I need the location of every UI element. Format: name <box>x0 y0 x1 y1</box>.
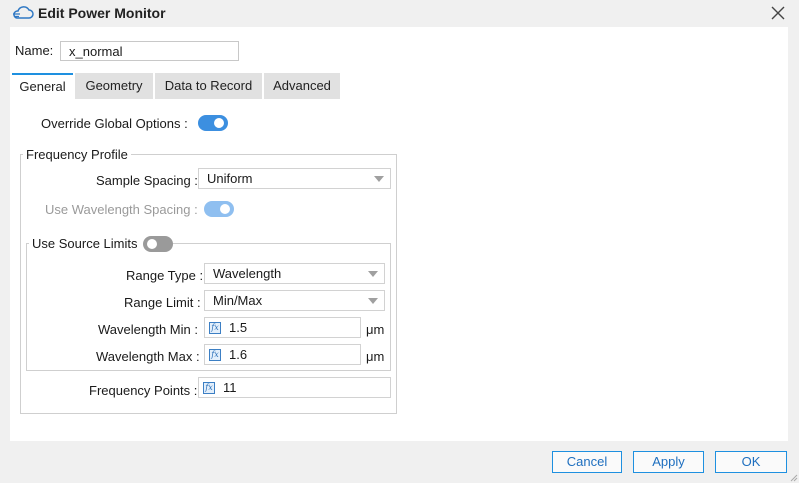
frequency-points-label: Frequency Points : <box>89 383 198 398</box>
override-global-options-toggle[interactable] <box>198 115 228 131</box>
function-icon[interactable]: fx <box>209 322 221 334</box>
name-label: Name: <box>15 43 54 58</box>
function-icon[interactable]: fx <box>203 382 215 394</box>
toggle-knob <box>214 118 224 128</box>
range-type-label: Range Type : <box>126 268 204 283</box>
wavelength-max-unit: μm <box>366 349 385 364</box>
frequency-profile-legend: Frequency Profile <box>23 147 131 162</box>
override-global-options-label: Override Global Options : <box>41 116 188 131</box>
wavelength-min-value: 1.5 <box>229 320 248 335</box>
sample-spacing-value: Uniform <box>207 171 253 186</box>
chevron-down-icon <box>368 298 378 304</box>
apply-button[interactable]: Apply <box>633 451 704 473</box>
tab-geometry[interactable]: Geometry <box>75 73 153 99</box>
use-wavelength-spacing-toggle <box>204 201 234 217</box>
use-source-limits-toggle[interactable] <box>143 236 173 252</box>
frequency-points-value: 11 <box>223 380 237 395</box>
wavelength-min-input[interactable]: fx 1.5 <box>204 317 361 338</box>
ok-button[interactable]: OK <box>715 451 787 473</box>
range-type-value: Wavelength <box>213 266 282 281</box>
frequency-points-input[interactable]: fx 11 <box>198 377 391 398</box>
resize-grip-icon[interactable] <box>788 472 798 482</box>
wavelength-min-unit: μm <box>366 322 385 337</box>
tab-advanced[interactable]: Advanced <box>264 73 340 99</box>
toggle-knob <box>220 204 230 214</box>
chevron-down-icon <box>374 176 384 182</box>
range-limit-value: Min/Max <box>213 293 263 308</box>
range-limit-select[interactable]: Min/Max <box>204 290 385 311</box>
use-wavelength-spacing-label: Use Wavelength Spacing : <box>45 202 198 217</box>
wavelength-min-label: Wavelength Min : <box>98 322 198 337</box>
title-bar: Edit Power Monitor <box>0 0 799 27</box>
range-type-select[interactable]: Wavelength <box>204 263 385 284</box>
toggle-knob <box>147 239 157 249</box>
window-title: Edit Power Monitor <box>38 5 166 21</box>
close-icon[interactable] <box>766 2 790 24</box>
tab-data-to-record[interactable]: Data to Record <box>155 73 262 99</box>
wavelength-max-label: Wavelength Max : <box>96 349 200 364</box>
wavelength-max-value: 1.6 <box>229 347 248 362</box>
sample-spacing-select[interactable]: Uniform <box>198 168 391 189</box>
function-icon[interactable]: fx <box>209 349 221 361</box>
wavelength-max-input[interactable]: fx 1.6 <box>204 344 361 365</box>
range-limit-label: Range Limit : <box>124 295 201 310</box>
cloud-icon <box>13 6 34 19</box>
tab-general[interactable]: General <box>12 73 73 99</box>
name-input[interactable]: x_normal <box>60 41 239 61</box>
sample-spacing-label: Sample Spacing : <box>96 173 198 188</box>
chevron-down-icon <box>368 271 378 277</box>
cancel-button[interactable]: Cancel <box>552 451 622 473</box>
